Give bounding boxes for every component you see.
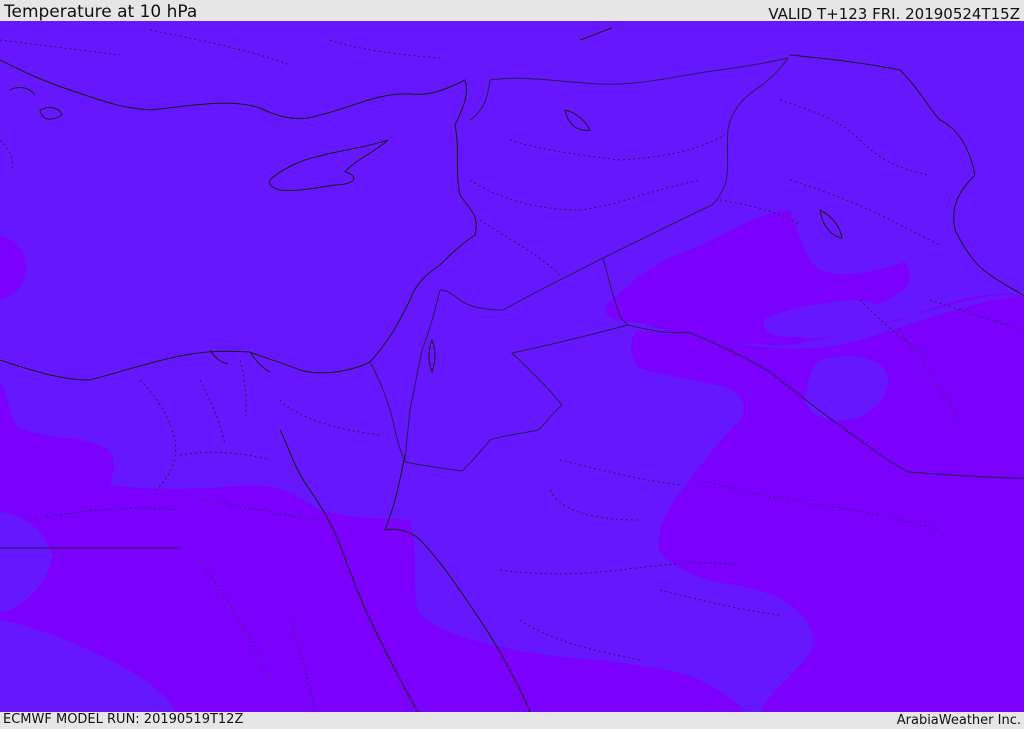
map-title: Temperature at 10 hPa	[4, 2, 198, 22]
weather-map[interactable]	[0, 21, 1024, 712]
header-bar: Temperature at 10 hPa VALID T+123 FRI. 2…	[0, 0, 1024, 23]
footer-bar: ECMWF MODEL RUN: 20190519T12Z ArabiaWeat…	[0, 712, 1024, 729]
model-run: ECMWF MODEL RUN: 20190519T12Z	[3, 712, 244, 727]
credit: ArabiaWeather Inc.	[896, 713, 1021, 728]
